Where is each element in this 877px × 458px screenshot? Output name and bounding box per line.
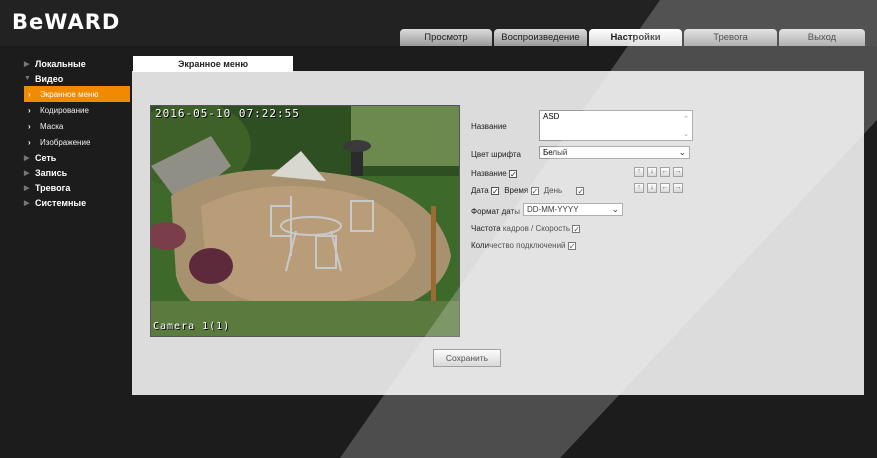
datetime-checkbox-row: Дата ✓ Время ✓ День ✓ <box>471 186 585 195</box>
panel-tab-osd[interactable]: Экранное меню <box>133 56 293 72</box>
sidebar-item-label: Видео <box>35 73 64 84</box>
connections-checkbox[interactable]: ✓ <box>567 241 576 250</box>
datetime-move-left-button[interactable]: ← <box>660 183 670 193</box>
save-button[interactable]: Сохранить <box>433 349 501 367</box>
tab-playback[interactable]: Воспроизведение <box>494 29 587 46</box>
fps-label: Частота кадров / Скорость <box>471 224 571 233</box>
day-checkbox-label: День <box>543 186 563 195</box>
scroll-down-icon[interactable]: ⌄ <box>683 130 689 138</box>
name-checkbox-row: Название ✓ <box>471 169 517 178</box>
sidebar-item-label: Запись <box>35 167 68 178</box>
font-color-value: Белый <box>543 148 568 157</box>
date-format-select[interactable]: DD-MM-YYYY ⌄ <box>523 203 623 216</box>
sidebar-item-osd[interactable]: › Экранное меню <box>24 86 130 102</box>
beward-logo: BeWARD <box>12 10 121 34</box>
chevron-right-icon: › <box>28 89 31 99</box>
date-checkbox[interactable]: ✓ <box>490 186 499 195</box>
name-move-left-button[interactable]: ← <box>660 167 670 177</box>
sidebar-item-label: Системные <box>35 197 87 208</box>
time-checkbox-label: Время <box>504 186 529 195</box>
name-move-down-button[interactable]: ↓ <box>647 167 657 177</box>
chevron-down-icon: ⌄ <box>611 204 619 214</box>
datetime-move-up-button[interactable]: ↑ <box>634 183 644 193</box>
expand-arrow-icon: ▶ <box>24 169 30 177</box>
sidebar-item-label: Экранное меню <box>40 89 99 99</box>
tab-view[interactable]: Просмотр <box>400 29 492 46</box>
sidebar-item-system[interactable]: ▶ Системные <box>24 195 134 210</box>
tab-logout[interactable]: Выход <box>779 29 865 46</box>
fps-checkbox[interactable]: ✓ <box>572 224 581 233</box>
sidebar-item-local[interactable]: ▶ Локальные <box>24 56 134 71</box>
sidebar-item-label: Маска <box>40 121 64 131</box>
datetime-move-down-button[interactable]: ↓ <box>647 183 657 193</box>
chevron-right-icon: › <box>28 105 31 115</box>
collapse-arrow-icon: ▼ <box>24 75 31 82</box>
connections-row: Количество подключений ✓ <box>471 241 576 250</box>
tab-settings[interactable]: Настройки <box>589 29 682 46</box>
sidebar-item-network[interactable]: ▶ Сеть <box>24 150 134 165</box>
name-move-right-button[interactable]: → <box>673 167 683 177</box>
expand-arrow-icon: ▶ <box>24 154 30 162</box>
expand-arrow-icon: ▶ <box>24 60 30 68</box>
font-color-select[interactable]: Белый ⌄ <box>539 146 690 159</box>
connections-label: Количество подключений <box>471 241 566 250</box>
date-format-value: DD-MM-YYYY <box>527 205 579 214</box>
name-textarea[interactable]: ASD ⌃ ⌄ <box>539 110 693 141</box>
font-color-label: Цвет шрифта <box>471 150 521 159</box>
name-checkbox-label: Название <box>471 169 507 178</box>
day-checkbox[interactable]: ✓ <box>576 186 585 195</box>
scroll-up-icon[interactable]: ⌃ <box>683 115 689 123</box>
sidebar-item-record[interactable]: ▶ Запись <box>24 165 134 180</box>
sidebar-item-label: Сеть <box>35 152 57 163</box>
name-value: ASD <box>543 112 560 121</box>
sidebar-item-video[interactable]: ▼ Видео <box>24 71 134 86</box>
name-checkbox[interactable]: ✓ <box>508 169 517 178</box>
sidebar-item-label: Тревога <box>35 182 71 193</box>
time-checkbox[interactable]: ✓ <box>530 186 539 195</box>
header: BeWARD Просмотр Воспроизведение Настройк… <box>0 0 877 46</box>
sidebar-item-encoding[interactable]: › Кодирование <box>24 102 134 118</box>
chevron-right-icon: › <box>28 137 31 147</box>
osd-camera-label: Camera 1(1) <box>153 321 231 332</box>
top-tabs: Просмотр Воспроизведение Настройки Трево… <box>400 29 865 46</box>
name-label: Название <box>471 122 507 131</box>
osd-timestamp: 2016-05-10 07:22:55 <box>155 107 300 120</box>
camera-preview: 2016-05-10 07:22:55 Camera 1(1) <box>150 105 460 337</box>
fps-row: Частота кадров / Скорость ✓ <box>471 224 581 233</box>
chevron-right-icon: › <box>28 121 31 131</box>
sidebar: ▶ Локальные ▼ Видео › Экранное меню › Кодиро… <box>24 56 134 210</box>
date-checkbox-label: Дата <box>471 186 489 195</box>
date-format-label: Формат даты <box>471 207 520 216</box>
sidebar-item-label: Локальные <box>35 58 86 69</box>
sidebar-item-label: Кодирование <box>40 105 89 115</box>
datetime-move-right-button[interactable]: → <box>673 183 683 193</box>
app-root: BeWARD Просмотр Воспроизведение Настройк… <box>0 0 877 458</box>
sidebar-item-image[interactable]: › Изображение <box>24 134 134 150</box>
sidebar-item-mask[interactable]: › Маска <box>24 118 134 134</box>
sidebar-item-label: Изображение <box>40 137 91 147</box>
tab-alarm[interactable]: Тревога <box>684 29 777 46</box>
camera-scene-image <box>151 106 459 336</box>
expand-arrow-icon: ▶ <box>24 184 30 192</box>
sidebar-item-alarm[interactable]: ▶ Тревога <box>24 180 134 195</box>
chevron-down-icon: ⌄ <box>678 147 686 157</box>
name-move-up-button[interactable]: ↑ <box>634 167 644 177</box>
expand-arrow-icon: ▶ <box>24 199 30 207</box>
